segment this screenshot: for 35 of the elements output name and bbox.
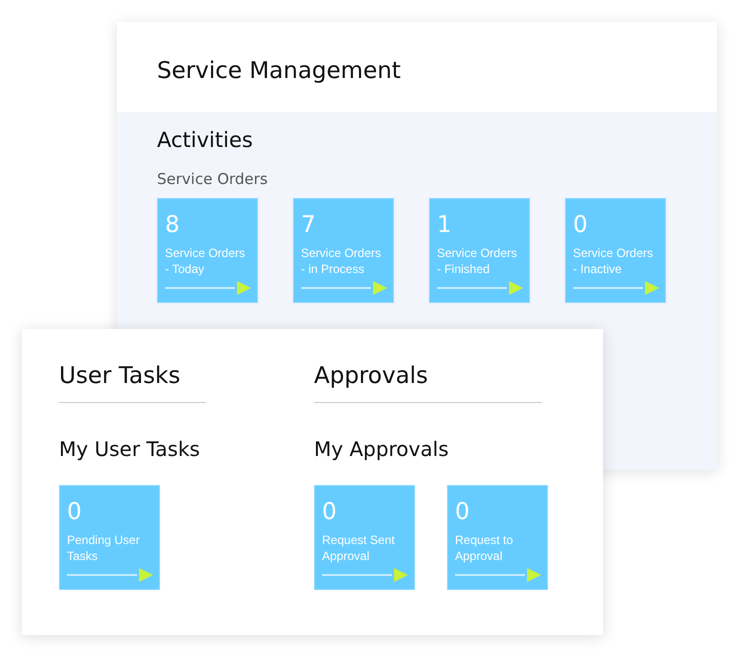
- status-tile[interactable]: 0 Service Orders - Inactive: [565, 198, 666, 303]
- arrow-icon: [437, 280, 523, 296]
- tile-count: 0: [455, 498, 470, 527]
- arrow-icon: [67, 567, 153, 583]
- tile-count: 0: [573, 211, 588, 240]
- tile-count: 1: [437, 211, 452, 240]
- section-subheading: Service Orders: [157, 170, 268, 188]
- arrow-icon: [322, 567, 408, 583]
- panel-subtitle: My User Tasks: [59, 437, 200, 461]
- panel-title: Approvals: [314, 363, 542, 403]
- tile-count: 0: [67, 498, 82, 527]
- arrow-icon: [301, 280, 387, 296]
- arrow-icon: [455, 567, 541, 583]
- tile-count: 7: [301, 211, 316, 240]
- arrow-icon: [573, 280, 659, 296]
- tile-label: Pending User Tasks: [67, 532, 141, 565]
- tile-label: Service Orders - Finished: [437, 245, 518, 278]
- card-title: Service Management: [157, 58, 401, 84]
- section-heading: Activities: [157, 128, 253, 152]
- status-tile[interactable]: 0 Request to Approval: [447, 485, 548, 590]
- tile-label: Service Orders - Inactive: [573, 245, 654, 278]
- status-tile[interactable]: 0 Request Sent Approval: [314, 485, 415, 590]
- status-tile[interactable]: 8 Service Orders - Today: [157, 198, 258, 303]
- tile-label: Request Sent Approval: [322, 532, 396, 565]
- arrow-icon: [165, 280, 251, 296]
- status-tile[interactable]: 1 Service Orders - Finished: [429, 198, 530, 303]
- tile-label: Request to Approval: [455, 532, 514, 565]
- tile-label: Service Orders - Today: [165, 245, 246, 278]
- tile-label: Service Orders - in Process: [301, 245, 382, 278]
- status-tile[interactable]: 0 Pending User Tasks: [59, 485, 160, 590]
- panel-subtitle: My Approvals: [314, 437, 449, 461]
- tile-count: 8: [165, 211, 180, 240]
- tile-count: 0: [322, 498, 337, 527]
- panel-title: User Tasks: [59, 363, 206, 403]
- status-tile[interactable]: 7 Service Orders - in Process: [293, 198, 394, 303]
